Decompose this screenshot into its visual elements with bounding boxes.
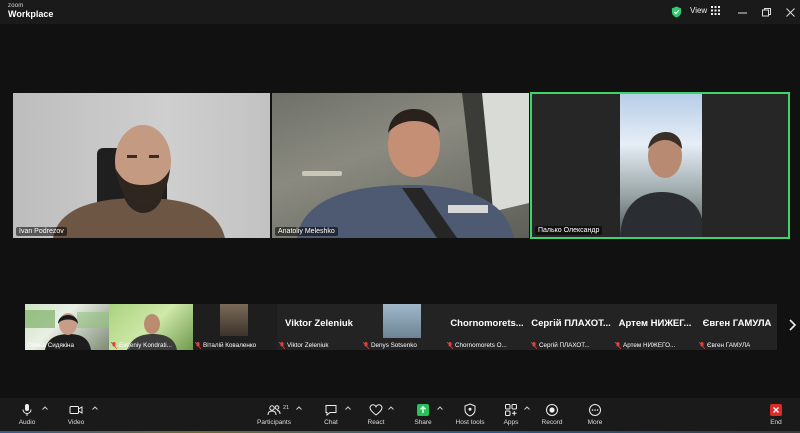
thumb-name: Олена Сидякіна xyxy=(27,342,75,349)
participant-strip: Олена Сидякіна Evgeniy Kondrati... Вітал… xyxy=(25,304,777,350)
chevron-up-icon[interactable] xyxy=(92,406,98,410)
grid-icon xyxy=(711,6,721,15)
video-button[interactable]: Video xyxy=(56,400,96,431)
chevron-up-icon[interactable] xyxy=(345,406,351,410)
participant-display-name: Євген ГАМУЛА xyxy=(702,318,772,329)
thumb-name: Denys Sotsenko xyxy=(363,342,417,349)
participant-thumb[interactable]: Артем НИЖЕГ... Артем НИЖЕГО... xyxy=(613,304,697,350)
participant-thumb[interactable]: Віталій Коваленко xyxy=(193,304,277,350)
thumb-name: Evgeniy Kondrati... xyxy=(111,342,172,349)
participant-video xyxy=(297,93,529,238)
brand-bottom: Workplace xyxy=(8,9,54,19)
participant-thumb[interactable]: Олена Сидякіна xyxy=(25,304,109,350)
participants-count: 21 xyxy=(283,405,290,411)
meeting-toolbar: Audio Video Participants 21 Chat React S… xyxy=(0,398,800,433)
restore-button[interactable] xyxy=(756,4,776,20)
video-tile[interactable]: Ivan Podrezov xyxy=(13,93,270,238)
microphone-icon xyxy=(22,404,32,416)
participant-video xyxy=(220,304,248,336)
participant-display-name: Viktor Zeleniuk xyxy=(285,318,353,329)
participant-name: Палько Олександр xyxy=(535,226,603,235)
chevron-up-icon[interactable] xyxy=(42,406,48,410)
apps-icon xyxy=(505,404,517,416)
mic-muted-icon xyxy=(531,342,537,349)
participant-name: Anatoliy Meleshko xyxy=(275,227,338,236)
mic-muted-icon xyxy=(447,342,453,349)
mic-muted-icon xyxy=(615,342,621,349)
chat-icon xyxy=(325,405,337,417)
title-bar: zoom Workplace View xyxy=(0,0,800,24)
close-button[interactable] xyxy=(780,4,800,20)
thumb-name: Віталій Коваленко xyxy=(195,342,256,349)
chevron-up-icon[interactable] xyxy=(388,406,394,410)
zoom-logo: zoom Workplace xyxy=(8,3,53,19)
mic-muted-icon xyxy=(195,342,201,349)
minimize-icon xyxy=(737,12,747,13)
thumb-name: Chornomorets O... xyxy=(447,342,507,349)
participant-display-name: Сергій ПЛАХОТ... xyxy=(531,318,611,329)
participant-display-name: Chornomorets... xyxy=(450,318,524,329)
participant-thumb[interactable]: Viktor Zeleniuk Viktor Zeleniuk xyxy=(277,304,361,350)
heart-icon xyxy=(369,404,383,416)
chat-button[interactable]: Chat xyxy=(311,400,351,431)
chevron-right-icon[interactable] xyxy=(787,318,797,332)
end-call-icon xyxy=(770,404,782,416)
participant-figure xyxy=(620,132,702,237)
thumb-name: Viktor Zeleniuk xyxy=(279,342,329,349)
close-icon xyxy=(785,7,795,17)
video-tile[interactable]: Anatoliy Meleshko xyxy=(272,93,529,238)
participant-thumb[interactable]: Євген ГАМУЛА Євген ГАМУЛА xyxy=(697,304,777,350)
mic-muted-icon xyxy=(363,342,369,349)
mic-muted-icon xyxy=(111,342,117,349)
participant-video xyxy=(383,304,421,338)
minimize-button[interactable] xyxy=(732,4,752,20)
record-button[interactable]: Record xyxy=(532,400,572,431)
apps-button[interactable]: Apps xyxy=(491,400,531,431)
react-button[interactable]: React xyxy=(356,400,396,431)
mic-muted-icon xyxy=(279,342,285,349)
view-button[interactable]: View xyxy=(690,6,721,15)
video-camera-icon xyxy=(69,406,83,414)
shield-icon[interactable] xyxy=(671,6,682,18)
participant-thumb[interactable]: Сергій ПЛАХОТ... Сергій ПЛАХОТ... xyxy=(529,304,613,350)
participant-thumb[interactable]: Evgeniy Kondrati... xyxy=(109,304,193,350)
more-icon xyxy=(589,404,601,416)
participant-thumb[interactable]: Denys Sotsenko xyxy=(361,304,445,350)
thumb-name: Артем НИЖЕГО... xyxy=(615,342,675,349)
end-button[interactable]: End xyxy=(756,400,796,431)
participant-display-name: Артем НИЖЕГ... xyxy=(618,318,692,329)
audio-button[interactable]: Audio xyxy=(7,400,47,431)
thumb-name: Сергій ПЛАХОТ... xyxy=(531,342,590,349)
restore-icon xyxy=(761,7,771,16)
host-tools-button[interactable]: Host tools xyxy=(450,400,490,431)
host-shield-icon xyxy=(464,403,476,417)
participant-name: Ivan Podrezov xyxy=(16,227,67,236)
participant-video xyxy=(620,94,702,237)
participant-thumb[interactable]: Chornomorets... Chornomorets O... xyxy=(445,304,529,350)
mic-muted-icon xyxy=(699,342,705,349)
video-tile-active-speaker[interactable]: Палько Олександр xyxy=(530,92,790,239)
chevron-up-icon[interactable] xyxy=(437,406,443,410)
chevron-up-icon[interactable] xyxy=(296,406,302,410)
view-label: View xyxy=(690,6,708,15)
participant-video xyxy=(53,125,225,238)
chevron-up-icon[interactable] xyxy=(524,406,530,410)
participants-icon xyxy=(267,405,281,416)
record-icon xyxy=(546,404,558,416)
thumb-name: Євген ГАМУЛА xyxy=(699,342,750,349)
share-screen-icon xyxy=(417,404,429,416)
share-button[interactable]: Share xyxy=(403,400,443,431)
more-button[interactable]: More xyxy=(575,400,615,431)
